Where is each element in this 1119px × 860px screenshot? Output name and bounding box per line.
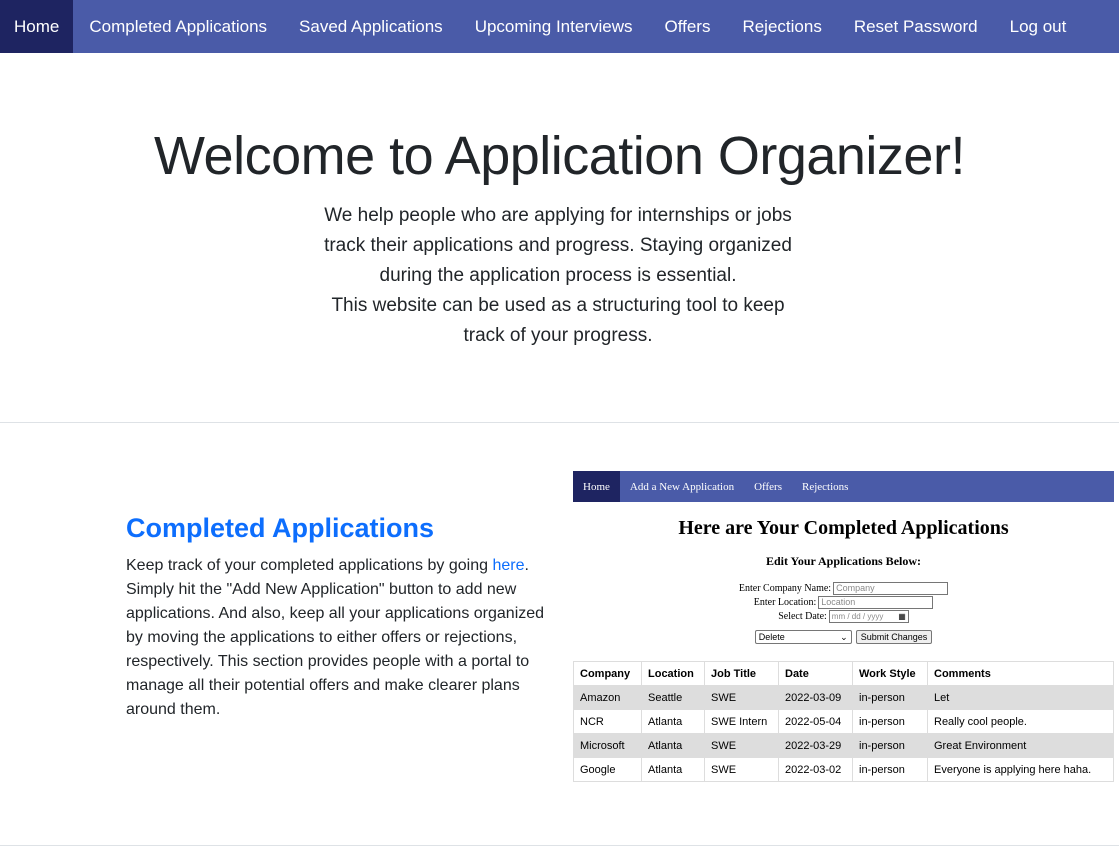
preview-actions: Delete ⌄ Submit Changes — [573, 630, 1114, 644]
section-description: Keep track of your completed application… — [126, 554, 551, 722]
table-cell: Great Environment — [927, 733, 1114, 758]
nav-completed-applications[interactable]: Completed Applications — [73, 0, 283, 53]
preview-date-input: mm / dd / yyyy ▦ — [828, 609, 909, 623]
table-cell: SWE — [704, 733, 779, 758]
calendar-icon: ▦ — [898, 611, 906, 621]
table-cell: Really cool people. — [927, 709, 1114, 734]
preview-date-label: Select Date: — [778, 610, 827, 622]
preview-company-input: Company — [833, 581, 949, 595]
hero-line: This website can be used as a structurin… — [331, 295, 785, 316]
table-cell: 2022-03-09 — [778, 685, 853, 710]
preview-select-value: Delete — [758, 632, 785, 642]
nav-upcoming-interviews[interactable]: Upcoming Interviews — [459, 0, 649, 53]
table-cell: in-person — [852, 685, 928, 710]
preview-nav-rejections: Rejections — [801, 480, 849, 493]
table-header-cell: Job Title — [704, 661, 779, 686]
hero-line: during the application process is essent… — [379, 265, 737, 286]
table-header-cell: Date — [778, 661, 853, 686]
table-cell: in-person — [852, 733, 928, 758]
table-header-cell: Comments — [927, 661, 1114, 686]
table-header-cell: Work Style — [852, 661, 928, 686]
preview-company-label: Enter Company Name: — [738, 582, 832, 594]
section-title: Completed Applications — [126, 513, 435, 543]
table-row: Google Atlanta SWE 2022-03-02 in-person … — [573, 757, 1114, 782]
table-row: Microsoft Atlanta SWE 2022-03-29 in-pers… — [573, 733, 1114, 758]
preview-nav-add-application: Add a New Application — [629, 480, 735, 493]
preview-nav-home: Home — [573, 471, 620, 502]
table-cell: Microsoft — [573, 733, 642, 758]
table-cell: Atlanta — [641, 757, 705, 782]
table-cell: Google — [573, 757, 642, 782]
completed-applications-preview: Home Add a New Application Offers Reject… — [573, 471, 1114, 782]
hero-title: Welcome to Application Organizer! — [154, 126, 965, 186]
chevron-down-icon: ⌄ — [840, 631, 848, 642]
preview-nav-offers: Offers — [754, 480, 782, 493]
bottom-divider — [0, 845, 1119, 846]
hero-line: track their applications and progress. S… — [324, 235, 792, 256]
preview-submit-button: Submit Changes — [855, 630, 933, 644]
top-navbar: Home Completed Applications Saved Applic… — [0, 0, 1119, 53]
table-cell: NCR — [573, 709, 642, 734]
preview-location-input: Location — [818, 595, 934, 609]
hero-description: We help people who are applying for inte… — [300, 201, 816, 351]
preview-subtitle: Edit Your Applications Below: — [765, 554, 922, 568]
table-header-cell: Location — [641, 661, 705, 686]
table-cell: Atlanta — [641, 733, 705, 758]
hero-line: track of your progress. — [463, 325, 653, 346]
table-cell: 2022-03-29 — [778, 733, 853, 758]
table-cell: Everyone is applying here haha. — [927, 757, 1114, 782]
nav-rejections[interactable]: Rejections — [726, 0, 837, 53]
table-row: Amazon Seattle SWE 2022-03-09 in-person … — [573, 685, 1114, 710]
nav-offers[interactable]: Offers — [648, 0, 726, 53]
preview-navbar: Home Add a New Application Offers Reject… — [573, 471, 1114, 502]
table-cell: in-person — [852, 709, 928, 734]
section-text-start: Keep track of your completed application… — [126, 557, 493, 574]
preview-location-label: Enter Location: — [753, 596, 817, 608]
nav-reset-password[interactable]: Reset Password — [838, 0, 994, 53]
here-link[interactable]: here — [492, 557, 524, 574]
nav-home[interactable]: Home — [0, 0, 74, 53]
table-cell: 2022-05-04 — [778, 709, 853, 734]
hero-line: We help people who are applying for inte… — [324, 205, 792, 226]
table-cell: Atlanta — [641, 709, 705, 734]
table-cell: Seattle — [641, 685, 705, 710]
preview-title: Here are Your Completed Applications — [678, 517, 1009, 539]
table-cell: SWE — [704, 685, 779, 710]
table-cell: 2022-03-02 — [778, 757, 853, 782]
section-text-end: . Simply hit the "Add New Application" b… — [126, 557, 545, 718]
section-divider — [0, 422, 1119, 423]
table-cell: SWE Intern — [704, 709, 779, 734]
table-row: NCR Atlanta SWE Intern 2022-05-04 in-per… — [573, 709, 1114, 734]
nav-saved-applications[interactable]: Saved Applications — [283, 0, 459, 53]
nav-log-out[interactable]: Log out — [994, 0, 1083, 53]
table-cell: Amazon — [573, 685, 642, 710]
table-cell: in-person — [852, 757, 928, 782]
preview-form: Enter Company Name: Company Enter Locati… — [573, 581, 1114, 623]
table-cell: Let — [927, 685, 1114, 710]
preview-action-select: Delete ⌄ — [754, 630, 852, 644]
table-header-cell: Company — [573, 661, 642, 686]
preview-date-placeholder: mm / dd / yyyy — [831, 611, 884, 621]
table-cell: SWE — [704, 757, 779, 782]
table-header-row: Company Location Job Title Date Work Sty… — [573, 661, 1114, 686]
preview-applications-table: Company Location Job Title Date Work Sty… — [573, 661, 1114, 782]
